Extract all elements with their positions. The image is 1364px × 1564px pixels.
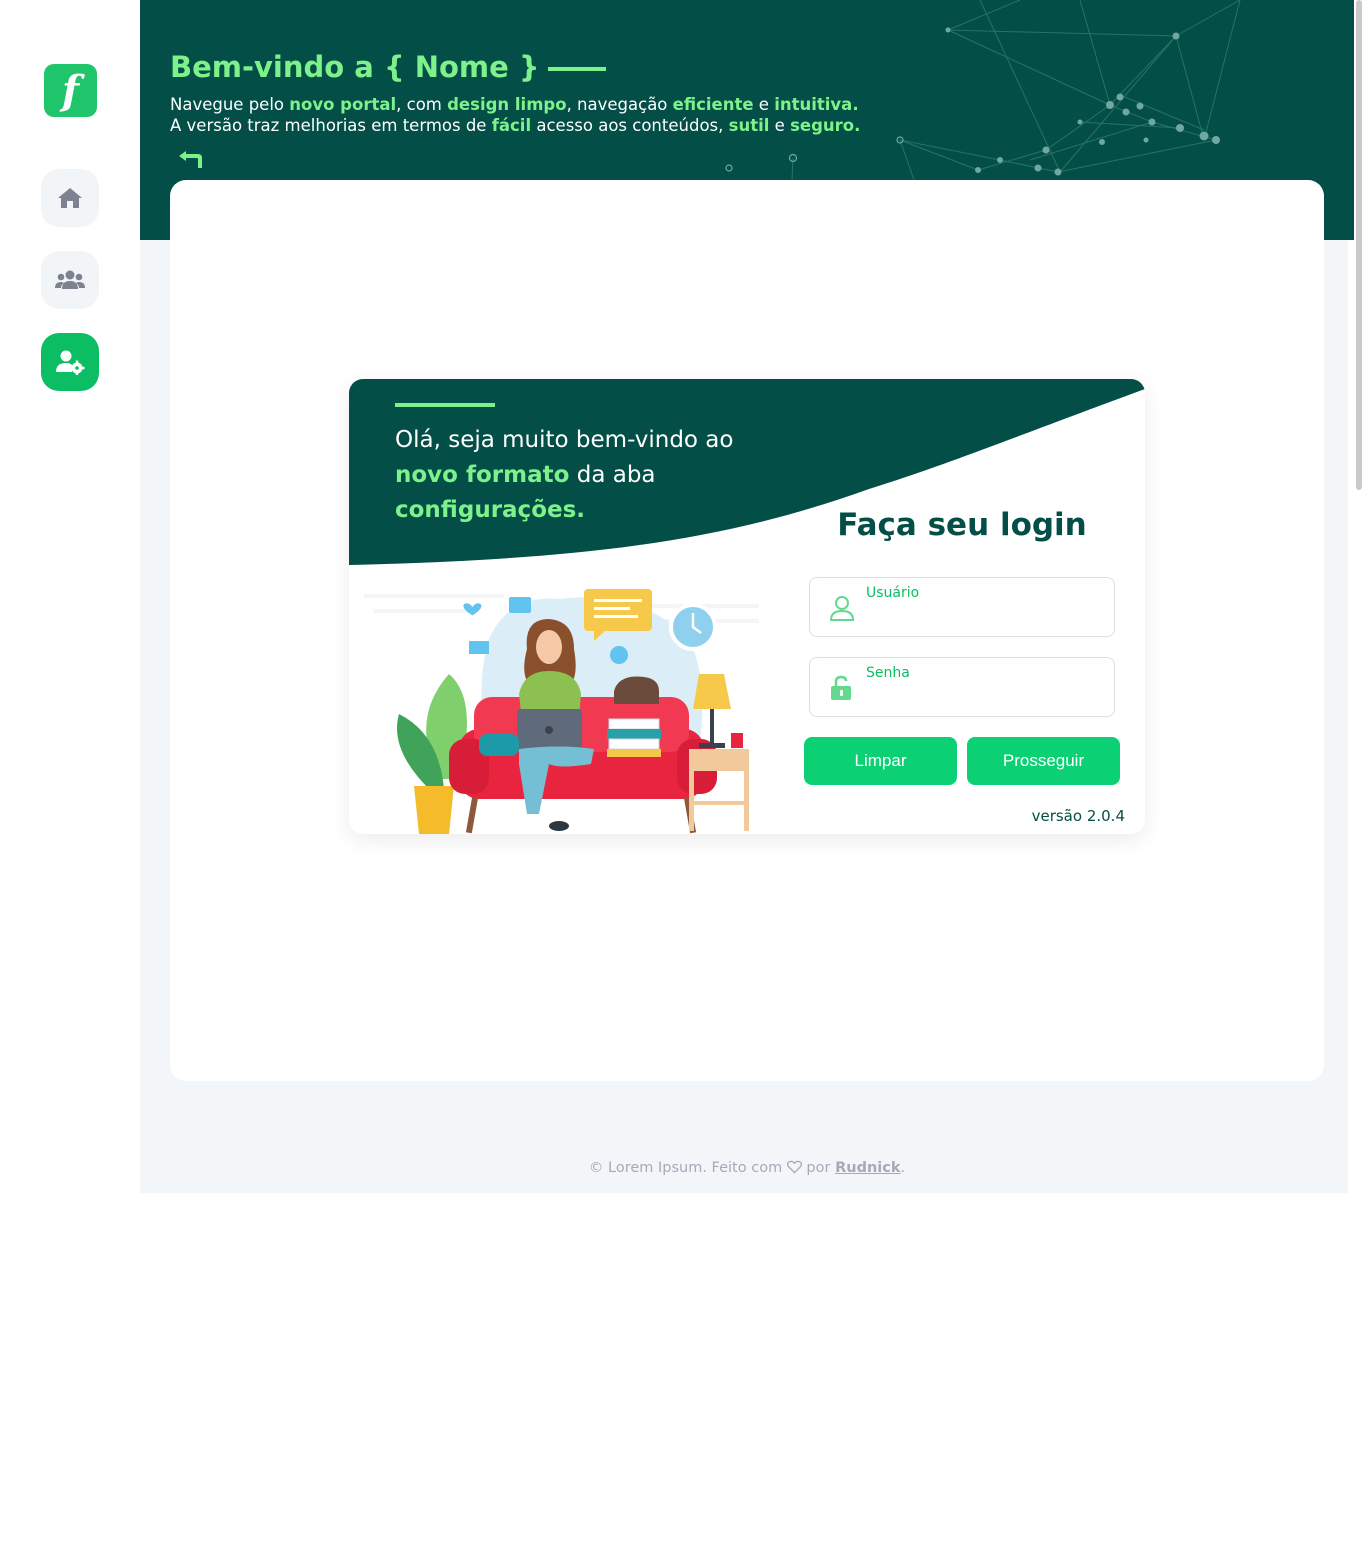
footer-by: por	[806, 1160, 831, 1176]
login-title: Faça seu login	[837, 507, 1087, 543]
hero-highlight-text: intuitiva.	[774, 95, 859, 114]
version-label: versão 2.0.4	[1031, 807, 1125, 825]
password-label: Senha	[866, 665, 910, 681]
hero-highlight-text: design limpo	[447, 95, 567, 114]
welcome-accent-bar	[395, 403, 495, 407]
hero-text: , com	[396, 95, 448, 114]
clear-button[interactable]: Limpar	[804, 737, 957, 785]
sidebar-item-home[interactable]	[41, 169, 99, 227]
hero-highlight-text: novo portal	[289, 95, 397, 114]
hero-text: e	[769, 116, 791, 135]
hero-highlight-text: eficiente	[672, 95, 754, 114]
woman-on-sofa-illustration	[364, 589, 759, 834]
hero-title: Bem-vindo a { Nome }	[170, 50, 606, 84]
heart-icon	[786, 1160, 802, 1174]
author-link[interactable]: Rudnick	[835, 1160, 900, 1176]
hero-description-line-2: A versão traz melhorias em termos de fác…	[170, 116, 860, 135]
hero-text: e	[753, 95, 775, 114]
username-input[interactable]	[866, 606, 1096, 630]
title-dash	[547, 67, 606, 71]
footer: © Lorem Ipsum. Feito com por Rudnick.	[140, 1160, 1354, 1176]
hero-text: A versão traz melhorias em termos de	[170, 116, 492, 135]
app-logo[interactable]: f	[44, 64, 97, 117]
username-label: Usuário	[866, 585, 920, 601]
logo-letter: f	[61, 67, 80, 114]
sidebar: f	[0, 0, 140, 1193]
hero-highlight-text: sutil	[728, 116, 770, 135]
hero-description-line-1: Navegue pelo novo portal, com design lim…	[170, 95, 859, 114]
hero-highlight-text: seguro.	[790, 116, 861, 135]
footer-copyright: © Lorem Ipsum. Feito com	[588, 1160, 783, 1176]
hero-text: Navegue pelo	[170, 95, 290, 114]
hero-text: acesso aos conteúdos,	[531, 116, 729, 135]
username-field[interactable]: Usuário	[809, 577, 1115, 637]
unlock-icon	[831, 675, 851, 700]
users-icon	[55, 270, 85, 289]
home-icon	[58, 188, 82, 208]
login-card: Olá, seja muito bem-vindo ao novo format…	[349, 379, 1145, 834]
hero-text: , navegação	[566, 95, 673, 114]
user-icon	[829, 596, 855, 621]
user-gear-icon	[56, 350, 85, 375]
network-decoration	[725, 0, 1241, 180]
continue-button[interactable]: Prosseguir	[967, 737, 1120, 785]
sidebar-item-user-settings[interactable]	[41, 333, 99, 391]
scrollbar-thumb[interactable]	[1356, 0, 1362, 490]
sidebar-item-users[interactable]	[41, 251, 99, 309]
password-field[interactable]: Senha	[809, 657, 1115, 717]
back-arrow-icon[interactable]	[176, 150, 206, 170]
hero-highlight-text: fácil	[491, 116, 532, 135]
welcome-message: Olá, seja muito bem-vindo ao novo format…	[395, 427, 734, 523]
password-input[interactable]	[866, 686, 1096, 710]
footer-suffix: .	[900, 1160, 906, 1176]
